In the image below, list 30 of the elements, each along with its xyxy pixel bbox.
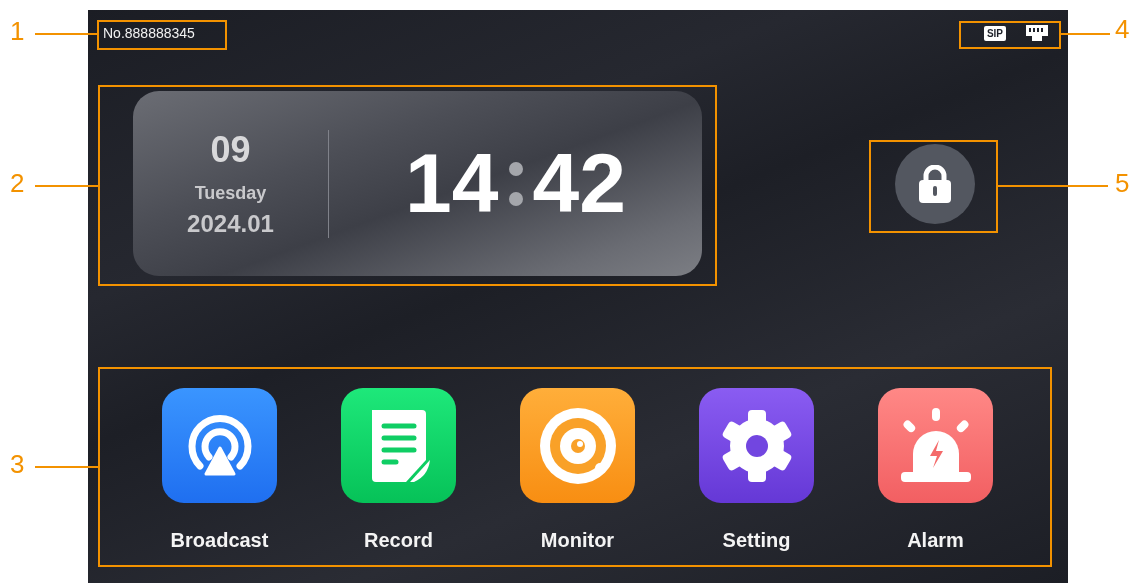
app-tile[interactable] [699, 388, 814, 503]
callout-number: 3 [10, 449, 25, 480]
clock-minute: 42 [532, 135, 626, 232]
app-label[interactable]: Alarm [907, 529, 964, 552]
app-label[interactable]: Setting [722, 529, 791, 552]
callout-number: 4 [1115, 14, 1130, 45]
app-label[interactable]: Monitor [540, 529, 615, 552]
callout-number: 1 [10, 16, 25, 47]
app-label[interactable]: Record [364, 529, 433, 552]
app-tile[interactable] [341, 388, 456, 503]
leader-line [35, 185, 98, 187]
app-tile[interactable] [520, 388, 635, 503]
app-label[interactable]: Broadcast [170, 529, 269, 552]
ethernet-port-icon [1026, 25, 1048, 41]
app-tile[interactable] [878, 388, 993, 503]
leader-line [35, 466, 98, 468]
lock-icon [918, 164, 952, 203]
callout-number: 2 [10, 168, 25, 199]
app-tile[interactable] [162, 388, 277, 503]
sip-badge: SIP [983, 25, 1006, 41]
leader-line [1061, 33, 1110, 35]
colon-icon [508, 161, 523, 206]
camera-lens-icon [537, 405, 618, 486]
clock-hour: 14 [405, 135, 499, 232]
year-month: 2024.01 [187, 210, 274, 238]
callout-number: 5 [1115, 168, 1130, 199]
weekday: Tuesday [194, 183, 267, 204]
date-day: 09 [210, 129, 251, 171]
device-number: No.888888345 [103, 25, 195, 41]
leader-line [35, 33, 97, 35]
